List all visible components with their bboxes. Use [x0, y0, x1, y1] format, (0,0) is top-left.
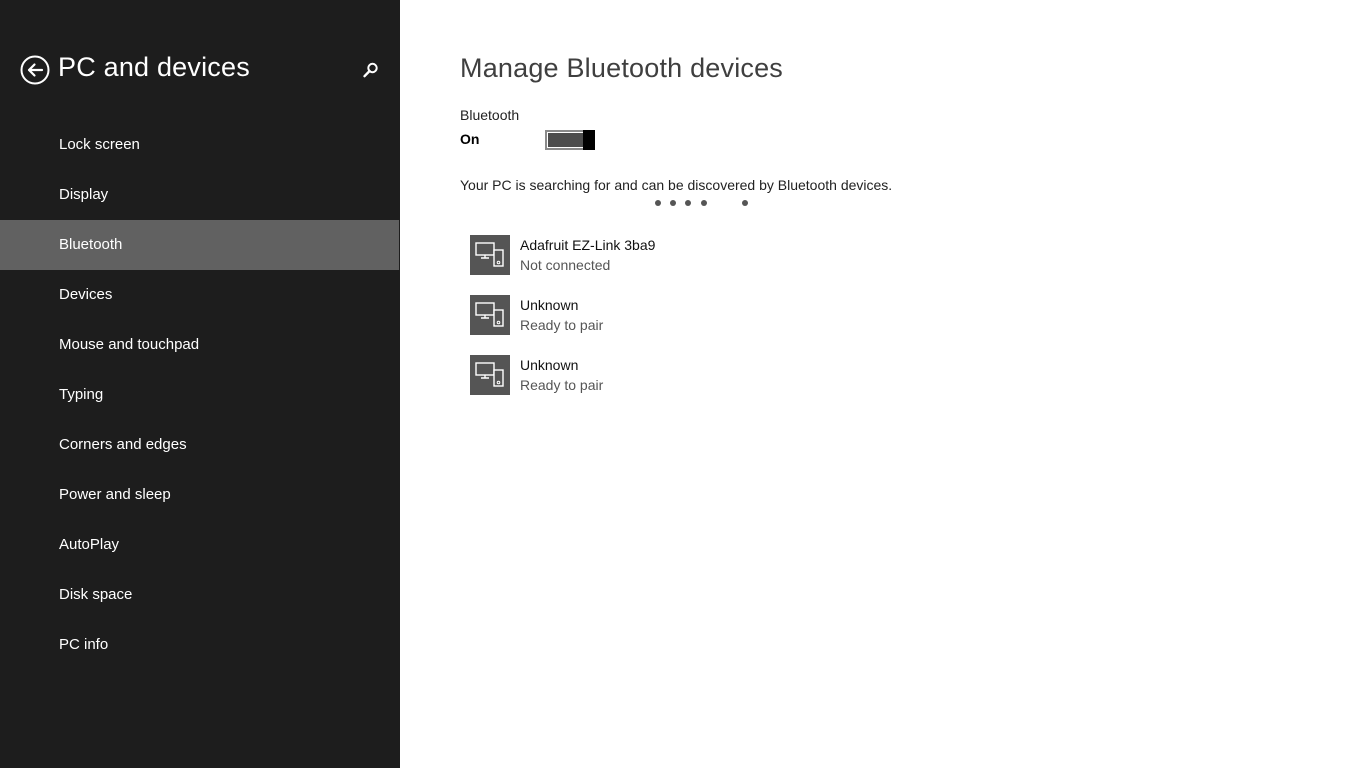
- device-name: Unknown: [520, 357, 579, 373]
- main-content: Manage Bluetooth devices Bluetooth On Yo…: [400, 0, 1366, 768]
- progress-dot: [742, 200, 748, 206]
- sidebar-title: PC and devices: [58, 52, 250, 82]
- sidebar-item-mouse-and-touchpad[interactable]: Mouse and touchpad: [0, 320, 399, 370]
- search-button[interactable]: [361, 60, 381, 80]
- sidebar-item-autoplay[interactable]: AutoPlay: [0, 520, 399, 570]
- device-tile: [470, 355, 510, 395]
- toggle-thumb[interactable]: [583, 130, 595, 150]
- pc-and-phone-icon: [475, 302, 504, 327]
- toggle-fill: [548, 133, 584, 147]
- device-list: Adafruit EZ-Link 3ba9 Not connected Unkn…: [470, 235, 970, 415]
- device-item[interactable]: Unknown Ready to pair: [470, 295, 970, 355]
- sidebar-item-display[interactable]: Display: [0, 170, 399, 220]
- bluetooth-toggle[interactable]: [545, 130, 595, 150]
- page-title: Manage Bluetooth devices: [460, 53, 784, 83]
- bluetooth-state-text: On: [460, 131, 480, 147]
- device-name: Unknown: [520, 297, 579, 313]
- sidebar-item-disk-space[interactable]: Disk space: [0, 570, 399, 620]
- bluetooth-label: Bluetooth: [460, 107, 520, 123]
- sidebar-item-power-and-sleep[interactable]: Power and sleep: [0, 470, 399, 520]
- sidebar-item-devices[interactable]: Devices: [0, 270, 399, 320]
- searching-progress-indicator: [400, 200, 1366, 208]
- pc-and-phone-icon: [475, 242, 504, 267]
- sidebar-item-lock-screen[interactable]: Lock screen: [0, 120, 399, 170]
- sidebar-item-pc-info[interactable]: PC info: [0, 620, 399, 670]
- pc-and-phone-icon: [475, 362, 504, 387]
- device-name: Adafruit EZ-Link 3ba9: [520, 237, 656, 253]
- progress-dot: [670, 200, 676, 206]
- back-arrow-icon: [20, 55, 50, 85]
- progress-dot: [685, 200, 691, 206]
- device-tile: [470, 235, 510, 275]
- settings-sidebar: PC and devices Lock screen Display Bluet…: [0, 0, 400, 768]
- device-item[interactable]: Unknown Ready to pair: [470, 355, 970, 415]
- device-tile: [470, 295, 510, 335]
- sidebar-item-corners-and-edges[interactable]: Corners and edges: [0, 420, 399, 470]
- device-status: Not connected: [520, 257, 611, 273]
- sidebar-item-typing[interactable]: Typing: [0, 370, 399, 420]
- device-item[interactable]: Adafruit EZ-Link 3ba9 Not connected: [470, 235, 970, 295]
- sidebar-nav: Lock screen Display Bluetooth Devices Mo…: [0, 120, 399, 670]
- progress-dot: [701, 200, 707, 206]
- sidebar-item-bluetooth[interactable]: Bluetooth: [0, 220, 399, 270]
- device-status: Ready to pair: [520, 317, 604, 333]
- progress-dot: [655, 200, 661, 206]
- search-icon: [363, 62, 378, 78]
- device-status: Ready to pair: [520, 377, 604, 393]
- discovery-status-text: Your PC is searching for and can be disc…: [460, 177, 893, 193]
- back-button[interactable]: [20, 55, 50, 85]
